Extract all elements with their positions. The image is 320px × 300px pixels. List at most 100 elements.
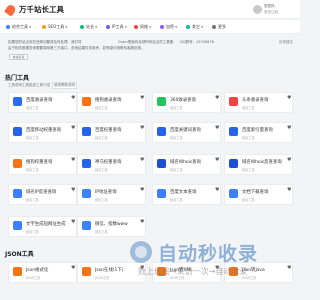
- tool-meta: 综合工具: [170, 168, 183, 172]
- help-tag[interactable]: 使用帮助说明: [52, 82, 77, 89]
- tool-card[interactable]: 头条收录查询 综合工具 ♥: [224, 92, 293, 113]
- chevron-down-icon: ▼: [201, 25, 204, 29]
- tool-title: 域名Whois查询: [170, 160, 201, 165]
- tool-meta: 综合工具: [26, 106, 39, 110]
- nav-item-seo[interactable]: SEO工具 ▼: [42, 23, 68, 31]
- heart-icon[interactable]: ♥: [71, 95, 75, 101]
- tool-card[interactable]: 百度索引量查询 综合工具 ♥: [224, 122, 293, 143]
- suggestion-link[interactable]: 反馈建议: [279, 40, 295, 45]
- tool-card[interactable]: 文字生成短网址生成 综合工具 ♥: [8, 216, 77, 237]
- ip-icon: [106, 25, 110, 29]
- heart-icon[interactable]: ♥: [71, 265, 75, 271]
- chevron-down-icon: ▼: [29, 25, 32, 29]
- watermark-text: 自动秒收录: [158, 243, 259, 265]
- avatar[interactable]: [253, 5, 262, 14]
- user-menu[interactable]: 您您好， 登录注册: [253, 3, 299, 16]
- tool-card[interactable]: Json格式化 JSON工具 ♥: [8, 262, 77, 283]
- tool-card[interactable]: 百度文本查询 综合工具 ♥: [152, 184, 221, 205]
- heart-icon[interactable]: ♥: [287, 187, 291, 193]
- heart-icon[interactable]: ♥: [140, 125, 144, 131]
- tool-card[interactable]: 域名IP反查查询 综合工具 ♥: [8, 184, 77, 205]
- tool-meta: 综合工具: [95, 136, 108, 140]
- tool-card[interactable]: 域名Whois查询 综合工具 ♥: [152, 154, 221, 175]
- nav-label: 网络: [140, 24, 148, 29]
- tool-meta: 综合工具: [26, 198, 39, 202]
- top-bar: 万千站长工具 您您好， 登录注册: [0, 0, 300, 19]
- heart-icon[interactable]: ♥: [71, 157, 75, 163]
- notice-area: 如果您的站点存在违规问题请及时处理，我们将 Gram是面向全球所有站点的工具集合…: [0, 36, 300, 70]
- heart-icon[interactable]: ♥: [140, 95, 144, 101]
- tool-title: 神马权重查询: [95, 160, 122, 165]
- tool-title: 百度移动权重查询: [26, 128, 62, 133]
- heart-icon[interactable]: ♥: [215, 95, 219, 101]
- tool-title: 百度收录查询: [26, 98, 53, 103]
- heart-icon[interactable]: ♥: [287, 95, 291, 101]
- tool-meta: JSON工具: [95, 276, 110, 280]
- tool-card[interactable]: 域名Whois反查查询 综合工具 ♥: [224, 154, 293, 175]
- tool-meta: 综合工具: [26, 136, 39, 140]
- site-logo[interactable]: 万千站长工具: [3, 2, 64, 17]
- text-icon: [157, 189, 166, 198]
- nav-item-encrypt[interactable]: 加密 ▼: [160, 23, 177, 31]
- tool-card[interactable]: 百度移动权重查询 综合工具 ♥: [8, 122, 77, 143]
- tool-meta: 综合工具: [26, 168, 39, 172]
- tool-card[interactable]: 文档下载查询 综合工具 ♥: [224, 184, 293, 205]
- nav-item-ip[interactable]: IP工具 ▼: [106, 23, 127, 31]
- lock-icon: [160, 25, 164, 29]
- heart-icon[interactable]: ♥: [215, 157, 219, 163]
- tool-title: IP地址查询: [95, 190, 117, 195]
- subtitle-text: 工具说明工具描述工具介绍: [8, 83, 50, 87]
- heart-icon[interactable]: ♥: [71, 219, 75, 225]
- chevron-down-icon: ▼: [65, 25, 68, 29]
- chevron-down-icon: ▼: [149, 25, 152, 29]
- tool-card[interactable]: 神马权重查询 综合工具 ♥: [77, 154, 146, 175]
- tool-meta: 综合工具: [26, 230, 39, 234]
- notice-line: QQ群号：12345678: [180, 40, 214, 44]
- tool-meta: JSON工具: [26, 276, 41, 280]
- feedback-button[interactable]: 快速反馈: [9, 54, 28, 60]
- tool-card[interactable]: 搜狗权重查询 综合工具 ♥: [8, 154, 77, 175]
- tool-title: 文字生成短网址生成: [26, 222, 66, 227]
- domain-icon: [13, 189, 22, 198]
- tool-title: 域名Whois反查查询: [242, 160, 282, 165]
- tool-card[interactable]: 百度权重查询 综合工具 ♥: [77, 122, 146, 143]
- nav-item-other[interactable]: 其它 ▼: [186, 23, 203, 31]
- baidu-icon: [13, 97, 22, 106]
- login-link[interactable]: 登录注册: [264, 10, 278, 15]
- more-icon: [212, 25, 216, 29]
- tool-card[interactable]: 百度关键词查询 综合工具 ♥: [152, 122, 221, 143]
- tool-card[interactable]: 360收录查询 综合工具 ♥: [152, 92, 221, 113]
- heart-icon[interactable]: ♥: [140, 187, 144, 193]
- heart-icon[interactable]: ♥: [287, 157, 291, 163]
- tool-meta: 综合工具: [95, 168, 108, 172]
- nav-item-network[interactable]: 网络 ▼: [134, 23, 151, 31]
- nav-item-more[interactable]: 更多: [212, 23, 226, 31]
- heart-icon[interactable]: ♥: [215, 187, 219, 193]
- network-icon: [134, 25, 138, 29]
- nav-item-general[interactable]: 综合工具 ▼: [6, 23, 31, 31]
- user-greeting: 您您好，: [264, 4, 278, 8]
- tool-title: Json格式化: [26, 268, 49, 273]
- tool-meta: 综合工具: [170, 198, 183, 202]
- toutiao-icon: [229, 97, 238, 106]
- tool-title: 百度文本查询: [170, 190, 197, 195]
- nav-item-webmaster[interactable]: 站长 ▼: [80, 23, 97, 31]
- tool-card[interactable]: 百度收录查询 综合工具 ♥: [8, 92, 77, 113]
- heart-icon[interactable]: ♥: [140, 157, 144, 163]
- json-icon: [13, 267, 22, 276]
- tool-card[interactable]: IP地址查询 综合工具 ♥: [77, 184, 146, 205]
- heart-icon[interactable]: ♥: [71, 125, 75, 131]
- heart-icon[interactable]: ♥: [215, 125, 219, 131]
- chevron-down-icon: ▼: [175, 25, 178, 29]
- tool-card[interactable]: 搜狗收录查询 综合工具 ♥: [77, 92, 146, 113]
- heart-icon[interactable]: ♥: [287, 125, 291, 131]
- nav-label: 综合工具: [12, 24, 28, 29]
- tool-card[interactable]: 微信、指数www 综合工具 ♥: [77, 216, 146, 237]
- tool-meta: 综合工具: [170, 106, 183, 110]
- heart-icon[interactable]: ♥: [140, 219, 144, 225]
- tool-meta: 综合工具: [242, 136, 255, 140]
- whois-icon: [157, 159, 166, 168]
- nav-label: IP工具: [112, 24, 124, 29]
- heart-icon[interactable]: ♥: [71, 187, 75, 193]
- webmaster-icon: [80, 25, 84, 29]
